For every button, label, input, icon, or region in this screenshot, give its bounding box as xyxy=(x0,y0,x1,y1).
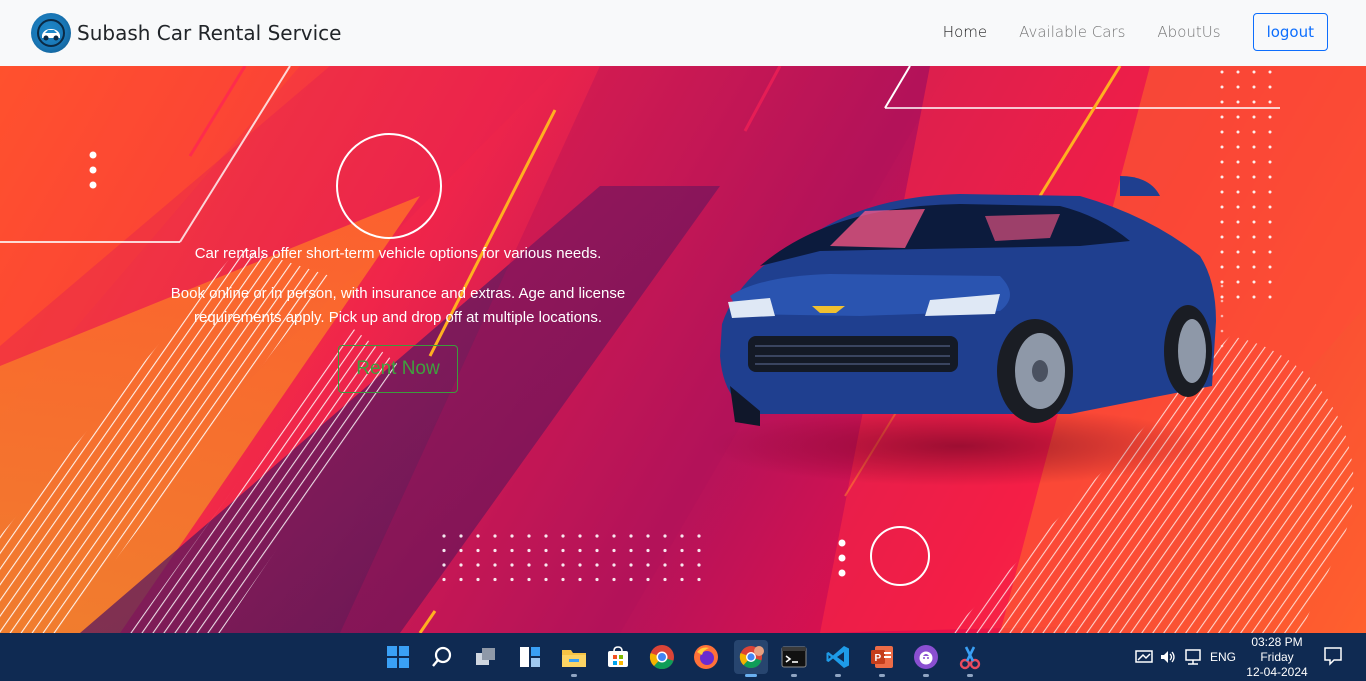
vscode-icon[interactable] xyxy=(824,643,852,671)
nav-available-cars[interactable]: Available Cars xyxy=(1019,23,1125,41)
widgets-icon[interactable] xyxy=(516,643,544,671)
windows-taskbar: P ENG 03:28 PM Friday 12-04-2024 xyxy=(0,633,1366,681)
search-icon[interactable] xyxy=(428,643,456,671)
chrome-profile-icon[interactable] xyxy=(734,640,768,674)
brand-name: Subash Car Rental Service xyxy=(77,21,342,45)
task-view-icon[interactable] xyxy=(472,643,500,671)
hero-banner: Car rentals offer short-term vehicle opt… xyxy=(0,66,1366,633)
logout-button[interactable]: logout xyxy=(1252,13,1328,51)
nav-home[interactable]: Home xyxy=(943,23,987,41)
github-desktop-icon[interactable] xyxy=(912,643,940,671)
firefox-icon[interactable] xyxy=(692,643,720,671)
terminal-icon[interactable] xyxy=(780,643,808,671)
volume-icon[interactable] xyxy=(1154,643,1182,671)
file-explorer-icon[interactable] xyxy=(560,643,588,671)
clock-date: 12-04-2024 xyxy=(1246,665,1308,679)
clock[interactable]: 03:28 PM Friday 12-04-2024 xyxy=(1238,635,1316,680)
snipping-tool-icon[interactable] xyxy=(956,643,984,671)
store-icon[interactable] xyxy=(604,643,632,671)
brand-link[interactable]: Subash Car Rental Service xyxy=(31,13,341,53)
hero-line-2: Book online or in person, with insurance… xyxy=(170,285,626,326)
nav-about-us[interactable]: AboutUs xyxy=(1157,23,1220,41)
hero-background-art xyxy=(0,66,1366,633)
powerpoint-icon[interactable]: P xyxy=(868,643,896,671)
language-indicator[interactable]: ENG xyxy=(1210,633,1236,681)
clock-day: Friday xyxy=(1260,650,1294,664)
chrome-icon[interactable] xyxy=(648,643,676,671)
notification-icon[interactable] xyxy=(1322,645,1344,667)
nav-links: Home Available Cars AboutUs logout xyxy=(943,13,1328,51)
rent-now-button[interactable]: Rent Now xyxy=(338,345,458,393)
navbar: Subash Car Rental Service Home Available… xyxy=(0,0,1366,66)
hero-line-1: Car rentals offer short-term vehicle opt… xyxy=(194,245,602,262)
clock-time: 03:28 PM xyxy=(1251,635,1303,649)
start-icon[interactable] xyxy=(384,643,412,671)
car-logo-icon xyxy=(31,13,71,53)
svg-text:P: P xyxy=(875,653,882,664)
network-icon[interactable] xyxy=(1179,643,1207,671)
